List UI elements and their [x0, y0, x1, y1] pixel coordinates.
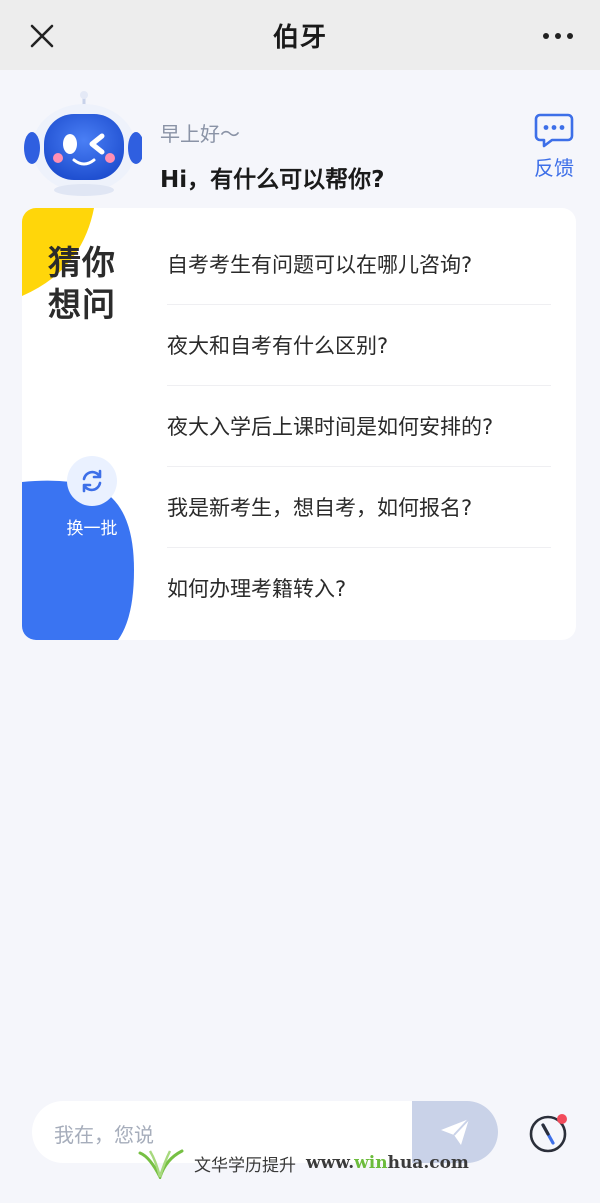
chat-bubble-icon: [534, 113, 574, 148]
feedback-label: 反馈: [534, 156, 574, 180]
feedback-button[interactable]: 反馈: [528, 112, 580, 184]
compass-icon[interactable]: [527, 1111, 571, 1155]
question-item[interactable]: 我是新考生，想自考，如何报名?: [167, 467, 551, 548]
guess-heading: 猜你想问: [48, 243, 116, 324]
more-dots-icon[interactable]: [540, 22, 576, 50]
refresh-batch-label: 换一批: [66, 519, 118, 539]
question-item[interactable]: 如何办理考籍转入?: [167, 548, 551, 628]
question-item[interactable]: 自考考生有问题可以在哪儿咨询?: [167, 224, 551, 305]
suggestions-card: 猜你想问 换一批 自考考生有问题可以在哪儿咨询? 夜大和自考有什么区别? 夜大入…: [22, 208, 576, 640]
watermark-url: www.winhua.com: [306, 1153, 469, 1173]
question-item[interactable]: 夜大和自考有什么区别?: [167, 305, 551, 386]
robot-avatar: [24, 91, 142, 196]
question-list: 自考考生有问题可以在哪儿咨询? 夜大和自考有什么区别? 夜大入学后上课时间是如何…: [167, 224, 551, 628]
question-item[interactable]: 夜大入学后上课时间是如何安排的?: [167, 386, 551, 467]
close-icon[interactable]: [26, 20, 58, 52]
refresh-batch-button[interactable]: 换一批: [52, 456, 132, 539]
top-bar: 伯牙: [0, 0, 600, 70]
paper-plane-icon: [441, 1118, 470, 1145]
watermark-url-accent: win: [354, 1153, 388, 1173]
watermark-url-suffix: hua.com: [387, 1153, 469, 1173]
watermark: 文华学历提升 www.winhua.com: [136, 1146, 469, 1180]
message-input[interactable]: 我在，您说: [54, 1119, 154, 1148]
greeting-subtitle: 早上好～: [160, 122, 240, 146]
watermark-text: 文华学历提升: [194, 1155, 296, 1176]
refresh-icon: [82, 469, 102, 493]
watermark-url-prefix: www.: [306, 1153, 355, 1173]
greeting-title: Hi，有什么可以帮你?: [160, 167, 385, 193]
leaf-logo-icon: [138, 1149, 184, 1179]
page-title: 伯牙: [272, 22, 327, 53]
